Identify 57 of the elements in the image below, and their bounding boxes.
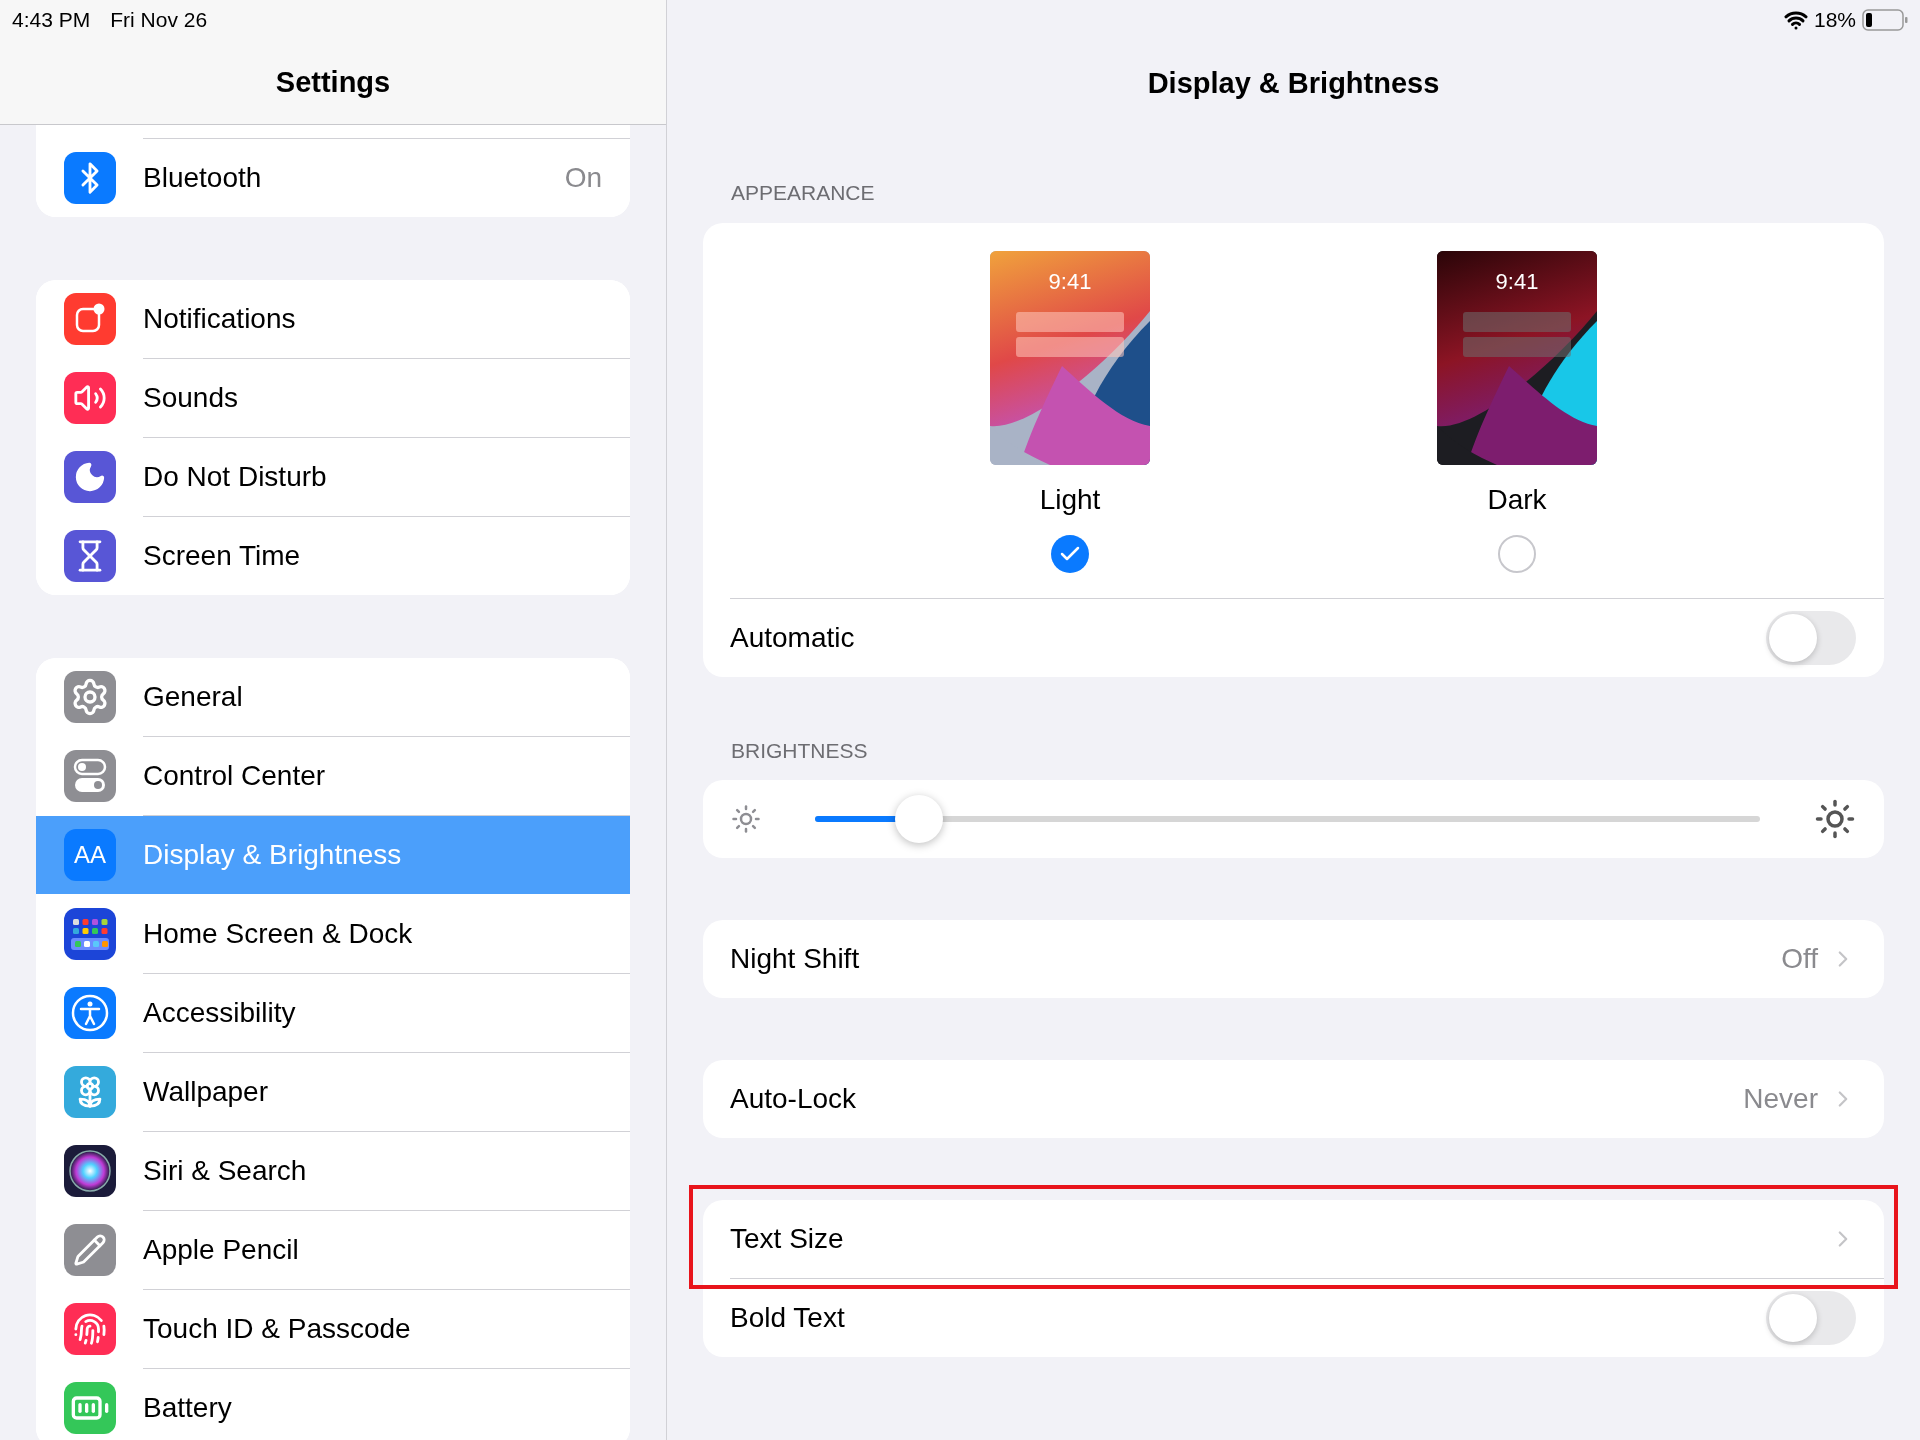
row-label: Automatic (730, 620, 855, 655)
sidebar-label: Sounds (143, 381, 239, 415)
sidebar-label: Apple Pencil (143, 1233, 300, 1267)
toggles-icon (73, 758, 107, 794)
sidebar-label: Display & Brightness (143, 838, 403, 872)
sidebar-label: Bluetooth (143, 161, 263, 195)
row-label: Night Shift (730, 942, 860, 976)
settings-row[interactable]: Automatic (730, 598, 1884, 677)
sidebar-value: On (564, 161, 602, 195)
detail-title: Display & Brightness (1147, 65, 1440, 101)
sidebar-label: Notifications (143, 302, 297, 336)
sidebar-label: General (143, 680, 244, 714)
slider-thumb[interactable] (894, 795, 943, 843)
sidebar-label: Home Screen & Dock (143, 917, 414, 951)
sidebar-item[interactable]: AA Display & Brightness (36, 816, 630, 894)
preview-time: 9:41 (1048, 267, 1092, 296)
sidebar-title: Settings (275, 64, 391, 100)
sidebar-label: Do Not Disturb (143, 460, 328, 494)
row-label: Auto-Lock (730, 1082, 857, 1116)
sun-small-icon (731, 804, 761, 834)
settings-row[interactable]: Night Shift Off (730, 920, 1884, 998)
sidebar-label: Accessibility (143, 996, 297, 1030)
accessibility-icon (70, 993, 110, 1033)
preview-time: 9:41 (1495, 267, 1539, 296)
toggle-switch[interactable] (1766, 1291, 1856, 1345)
fingerprint-icon (73, 1312, 107, 1346)
sidebar-label: Wallpaper (143, 1075, 269, 1109)
row-label: Text Size (730, 1222, 844, 1256)
row-value: Never (1743, 1082, 1818, 1116)
status-date: Fri Nov 26 (110, 7, 208, 34)
radio-button[interactable] (1498, 534, 1536, 573)
sidebar-label: Siri & Search (143, 1154, 308, 1188)
settings-row[interactable]: Bold Text (730, 1279, 1884, 1357)
appearance-label: Dark (1487, 482, 1547, 517)
pencil-icon (73, 1233, 107, 1267)
sidebar-label: Screen Time (143, 539, 302, 573)
settings-icon (70, 677, 110, 717)
battery-icon (1862, 9, 1908, 31)
row-label: Bold Text (730, 1301, 845, 1335)
settings-row[interactable]: Text Size (730, 1200, 1884, 1278)
row-value: Off (1781, 942, 1818, 976)
status-time: 4:43 PM (12, 7, 91, 34)
appearance-preview[interactable]: 9:41 (1437, 250, 1597, 465)
radio-button[interactable] (1051, 534, 1089, 573)
sidebar-label: Battery (143, 1391, 233, 1425)
sidebar-label: Control Center (143, 759, 327, 793)
moon-icon (73, 460, 107, 494)
sun-large-icon (1814, 798, 1856, 840)
section-header: BRIGHTNESS (731, 737, 869, 764)
sidebar-label: Touch ID & Passcode (143, 1312, 412, 1346)
settings-row[interactable]: Auto-Lock Never (730, 1060, 1884, 1138)
icon-letters: AA (74, 843, 106, 867)
appearance-label: Light (1039, 482, 1101, 517)
app-grid-icon (70, 916, 110, 952)
section-header: APPEARANCE (731, 180, 876, 206)
battery-percent: 18% (1813, 7, 1856, 34)
toggle-switch[interactable] (1766, 610, 1856, 665)
